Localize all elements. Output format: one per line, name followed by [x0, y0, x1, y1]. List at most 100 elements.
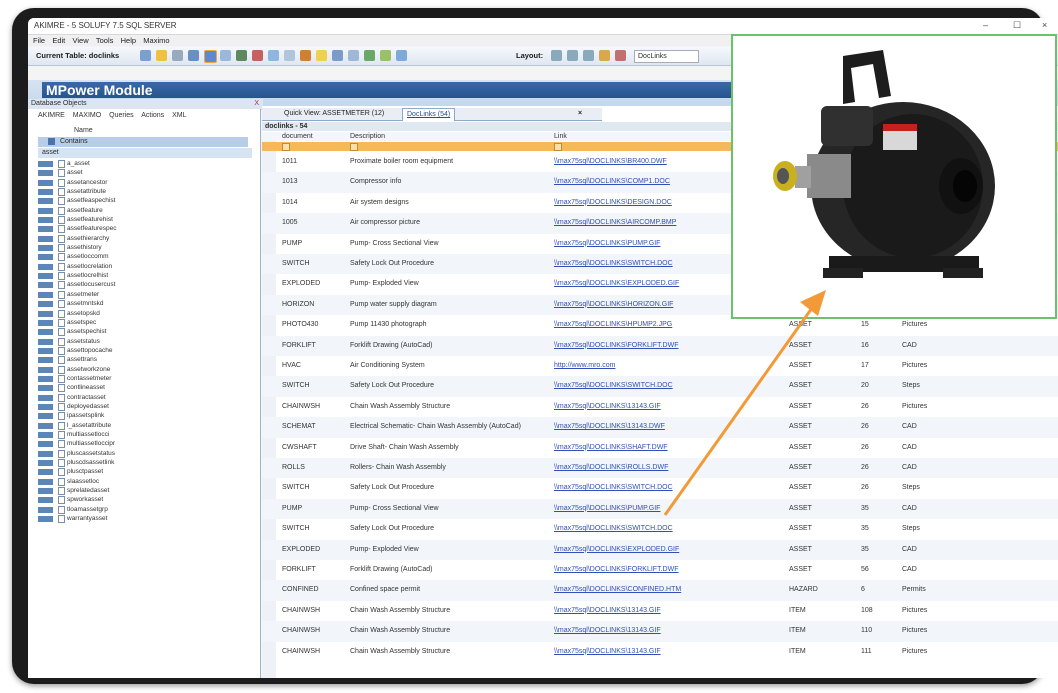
list-item[interactable]: multiassetlocci: [38, 430, 248, 439]
list-item[interactable]: assetfeaturehist: [38, 215, 248, 225]
list-item[interactable]: assetfeature: [38, 206, 248, 215]
export-icon[interactable]: [348, 50, 359, 61]
document-filter-cell[interactable]: [282, 143, 290, 151]
list-item[interactable]: multiassetloccipr: [38, 439, 248, 449]
link-cell[interactable]: \\max75sql\DOCLINKS\DESIGN.DOC: [554, 199, 672, 206]
tab-akimre[interactable]: AKIMRE: [38, 112, 65, 119]
close-button[interactable]: ×: [1042, 20, 1047, 30]
link-cell[interactable]: \\max75sql\DOCLINKS\ROLLS.DWF: [554, 464, 668, 471]
list-item[interactable]: contlineasset: [38, 383, 248, 393]
tab-doclinks[interactable]: DocLinks (54): [402, 108, 456, 121]
tools-icon[interactable]: [300, 50, 311, 61]
list-item[interactable]: assetfeaspechist: [38, 196, 248, 206]
link-cell[interactable]: \\max75sql\DOCLINKS\CONFINED.HTM: [554, 586, 681, 593]
table-row[interactable]: ROLLS Rollers- Chain Wash Assembly \\max75…: [262, 458, 1058, 479]
sync-icon[interactable]: [396, 50, 407, 61]
list-item[interactable]: assetmntskd: [38, 299, 248, 309]
list-item[interactable]: assetlocrelhist: [38, 271, 248, 281]
table-row[interactable]: CHAINWSH Chain Wash Assembly Structure \\m…: [262, 621, 1058, 642]
key-icon[interactable]: [188, 50, 199, 61]
layout-save-icon[interactable]: [567, 50, 578, 61]
tab-quick-view[interactable]: Quick View: ASSETMETER (12): [284, 110, 384, 117]
list-item[interactable]: assethistory: [38, 243, 248, 253]
link-cell[interactable]: \\max75sql\DOCLINKS\13143.GIF: [554, 607, 661, 614]
menu-maximo[interactable]: Maximo: [143, 35, 169, 46]
list-item[interactable]: pluscdsassetlink: [38, 458, 248, 467]
list-item[interactable]: assetspec: [38, 318, 248, 327]
menu-tools[interactable]: Tools: [96, 35, 114, 46]
column-description[interactable]: Description: [350, 133, 385, 140]
menu-view[interactable]: View: [73, 35, 89, 46]
grid-view-icon[interactable]: [204, 50, 217, 63]
table-row[interactable]: SWITCH Safety Lock Out Procedure \\max75sq…: [262, 478, 1058, 498]
copy-icon[interactable]: [284, 50, 295, 61]
layout-delete-icon[interactable]: [615, 50, 626, 61]
refresh-icon[interactable]: [172, 50, 183, 61]
column-document[interactable]: document: [282, 133, 313, 140]
table-row[interactable]: SWITCH Safety Lock Out Procedure \\max75sq…: [262, 519, 1058, 539]
tab-actions[interactable]: Actions: [141, 112, 164, 119]
table-row[interactable]: PUMP Pump- Cross Sectional View \\max75sql…: [262, 498, 1058, 520]
link-cell[interactable]: \\max75sql\DOCLINKS\13143.GIF: [554, 403, 661, 410]
object-filter-input[interactable]: asset: [38, 148, 252, 158]
import-icon[interactable]: [332, 50, 343, 61]
list-item[interactable]: assetmeter: [38, 290, 248, 299]
list-item[interactable]: assetattribute: [38, 187, 248, 197]
link-cell[interactable]: \\max75sql\DOCLINKS\SHAFT.DWF: [554, 444, 668, 451]
menu-edit[interactable]: Edit: [52, 35, 65, 46]
list-item[interactable]: warrantyasset: [38, 514, 248, 524]
tab-close-icon[interactable]: ×: [578, 110, 582, 117]
table-row[interactable]: SCHEMAT Electrical Schematic- Chain Wash …: [262, 417, 1058, 438]
link-cell[interactable]: \\max75sql\DOCLINKS\SWITCH.DOC: [554, 484, 673, 491]
excel-icon[interactable]: [364, 50, 375, 61]
table-row[interactable]: CHAINWSH Chain Wash Assembly Structure \\m…: [262, 397, 1058, 417]
link-cell[interactable]: \\max75sql\DOCLINKS\SWITCH.DOC: [554, 525, 673, 532]
table-icon[interactable]: [268, 50, 279, 61]
list-item[interactable]: asset: [38, 168, 248, 178]
form-view-icon[interactable]: [220, 50, 231, 61]
list-item[interactable]: a_asset: [38, 159, 248, 168]
table-row[interactable]: CWSHAFT Drive Shaft- Chain Wash Assembly \…: [262, 438, 1058, 458]
list-item[interactable]: spworkasset: [38, 495, 248, 505]
table-row[interactable]: FORKLIFT Forklift Drawing (AutoCad) \\max7…: [262, 560, 1058, 580]
table-row[interactable]: CONFINED Confined space permit \\max75sql\…: [262, 580, 1058, 601]
layout-star-icon[interactable]: [599, 50, 610, 61]
table-row[interactable]: CHAINWSH Chain Wash Assembly Structure \\m…: [262, 601, 1058, 621]
list-item[interactable]: plusctpasset: [38, 467, 248, 477]
table-row[interactable]: SWITCH Safety Lock Out Procedure \\max75sq…: [262, 376, 1058, 397]
list-item[interactable]: l_assetattribute: [38, 421, 248, 430]
link-cell[interactable]: http://www.mro.com: [554, 362, 615, 369]
layout-load-icon[interactable]: [583, 50, 594, 61]
minimize-button[interactable]: –: [983, 20, 988, 30]
menu-file[interactable]: File: [33, 35, 45, 46]
table-row[interactable]: EXPLODED Pump- Exploded View \\max75sql\DO…: [262, 539, 1058, 560]
list-item[interactable]: assetstatus: [38, 337, 248, 346]
link-cell[interactable]: \\max75sql\DOCLINKS\AIRCOMP.BMP: [554, 219, 676, 226]
link-cell[interactable]: \\max75sql\DOCLINKS\EXPLODED.GIF: [554, 280, 679, 287]
link-cell[interactable]: \\max75sql\DOCLINKS\PUMP.GIF: [554, 505, 660, 512]
link-cell[interactable]: \\max75sql\DOCLINKS\13143.DWF: [554, 423, 665, 430]
list-item[interactable]: assettrans: [38, 355, 248, 365]
query-icon[interactable]: [156, 50, 167, 61]
maximize-button[interactable]: ☐: [1013, 20, 1021, 31]
panel-close-icon[interactable]: X: [254, 99, 259, 109]
tab-xml[interactable]: XML: [172, 112, 186, 119]
list-item[interactable]: contassetmeter: [38, 374, 248, 383]
list-item[interactable]: assetfeaturespec: [38, 224, 248, 234]
tab-maximo[interactable]: MAXIMO: [73, 112, 101, 119]
link-cell[interactable]: \\max75sql\DOCLINKS\BR400.DWF: [554, 158, 667, 165]
list-item[interactable]: slaassetloc: [38, 477, 248, 486]
list-item[interactable]: assetancestor: [38, 178, 248, 187]
link-cell[interactable]: \\max75sql\DOCLINKS\13143.GIF: [554, 627, 661, 634]
link-cell[interactable]: \\max75sql\DOCLINKS\COMP1.DOC: [554, 178, 670, 185]
folder-icon[interactable]: [316, 50, 327, 61]
list-item[interactable]: assetlocusercust: [38, 280, 248, 290]
table-row[interactable]: CHAINWSH Chain Wash Assembly Structure \\m…: [262, 642, 1058, 662]
link-cell[interactable]: \\max75sql\DOCLINKS\HORIZON.GIF: [554, 301, 673, 308]
list-item[interactable]: assetworkzone: [38, 365, 248, 374]
list-item[interactable]: assetopskd: [38, 309, 248, 318]
layout-select[interactable]: DocLinks: [634, 50, 699, 63]
edit-icon[interactable]: [236, 50, 247, 61]
list-item[interactable]: sprelatedasset: [38, 486, 248, 496]
list-item[interactable]: pluscassetstatus: [38, 449, 248, 458]
